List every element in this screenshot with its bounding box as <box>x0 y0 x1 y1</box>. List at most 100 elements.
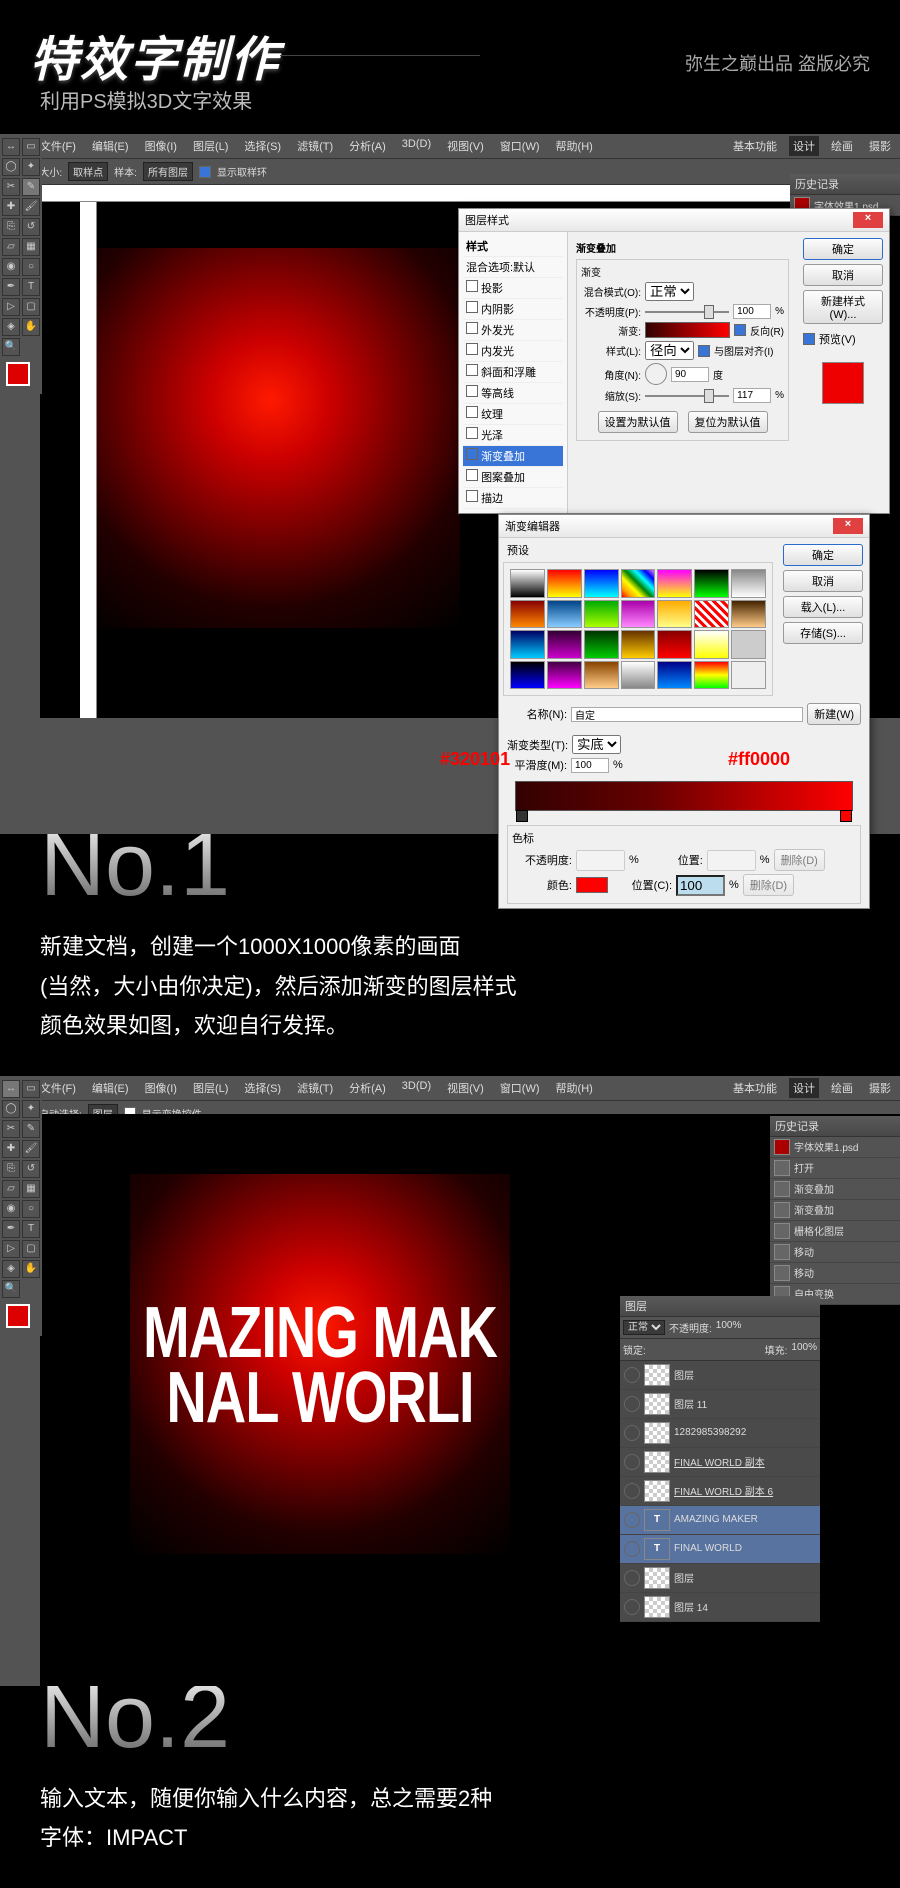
pen-tool[interactable]: ✒ <box>2 1220 20 1238</box>
menu-layer[interactable]: 图层(L) <box>189 1078 232 1098</box>
blur-tool[interactable]: ◉ <box>2 258 20 276</box>
menu-analysis[interactable]: 分析(A) <box>345 136 390 156</box>
scale-slider[interactable] <box>645 395 729 397</box>
heal-tool[interactable]: ✚ <box>2 1140 20 1158</box>
visibility-icon[interactable] <box>624 1541 640 1557</box>
style-outerglow[interactable]: 外发光 <box>463 320 563 341</box>
hand-tool[interactable]: ✋ <box>22 318 40 336</box>
style-gradoverlay[interactable]: 渐变叠加 <box>463 446 563 467</box>
stamp-tool[interactable]: ⎘ <box>2 1160 20 1178</box>
blend-select[interactable]: 正常 <box>645 282 694 301</box>
style-satin[interactable]: 光泽 <box>463 425 563 446</box>
path-tool[interactable]: ▷ <box>2 298 20 316</box>
workspace-paint[interactable]: 绘画 <box>827 1078 857 1098</box>
preview-check[interactable] <box>803 333 815 345</box>
style-stroke[interactable]: 描边 <box>463 488 563 509</box>
layer-row[interactable]: FINAL WORLD 副本 6 <box>620 1477 820 1506</box>
menu-help[interactable]: 帮助(H) <box>552 1078 597 1098</box>
wand-tool[interactable]: ✦ <box>22 1100 40 1118</box>
history-tab[interactable]: 历史记录 <box>790 174 900 195</box>
blend-mode-select[interactable]: 正常 <box>623 1320 665 1335</box>
new-btn[interactable]: 新建(W) <box>807 703 861 725</box>
grad-ok[interactable]: 确定 <box>783 544 863 566</box>
set-default-btn[interactable]: 设置为默认值 <box>598 411 678 433</box>
menu-select[interactable]: 选择(S) <box>240 1078 285 1098</box>
visibility-icon[interactable] <box>624 1396 640 1412</box>
history-brush-tool[interactable]: ↺ <box>22 1160 40 1178</box>
menu-view[interactable]: 视图(V) <box>443 136 488 156</box>
opt-sample-value[interactable]: 取样点 <box>68 162 108 181</box>
opt-ring-checkbox[interactable] <box>199 166 211 178</box>
angle-dial[interactable] <box>645 363 667 385</box>
menu-3d[interactable]: 3D(D) <box>398 136 435 156</box>
crop-tool[interactable]: ✂ <box>2 178 20 196</box>
eraser-tool[interactable]: ▱ <box>2 1180 20 1198</box>
menu-view[interactable]: 视图(V) <box>443 1078 488 1098</box>
menu-edit[interactable]: 编辑(E) <box>88 1078 133 1098</box>
shape-tool[interactable]: ▢ <box>22 1240 40 1258</box>
layer-row-selected[interactable]: TAMAZING MAKER <box>620 1506 820 1535</box>
type-tool[interactable]: T <box>22 278 40 296</box>
dodge-tool[interactable]: ○ <box>22 258 40 276</box>
grad-load[interactable]: 载入(L)... <box>783 596 863 618</box>
reverse-check[interactable] <box>734 324 746 336</box>
history-grad1[interactable]: 渐变叠加 <box>770 1179 900 1200</box>
blur-tool[interactable]: ◉ <box>2 1200 20 1218</box>
marquee-tool[interactable]: ▭ <box>22 138 40 156</box>
newstyle-button[interactable]: 新建样式(W)... <box>803 290 883 324</box>
visibility-icon[interactable] <box>624 1570 640 1586</box>
opt-source-value[interactable]: 所有图层 <box>143 162 193 181</box>
gradient-tool[interactable]: ▦ <box>22 238 40 256</box>
hand-tool[interactable]: ✋ <box>22 1260 40 1278</box>
menu-file[interactable]: 文件(F) <box>36 1078 80 1098</box>
menu-analysis[interactable]: 分析(A) <box>345 1078 390 1098</box>
wand-tool[interactable]: ✦ <box>22 158 40 176</box>
ok-button[interactable]: 确定 <box>803 238 883 260</box>
layer-row[interactable]: FINAL WORLD 副本 <box>620 1448 820 1477</box>
menu-image[interactable]: 图像(I) <box>141 136 181 156</box>
document-canvas-radial[interactable] <box>80 248 460 628</box>
layer-row-selected[interactable]: TFINAL WORLD <box>620 1535 820 1564</box>
style-patoverlay[interactable]: 图案叠加 <box>463 467 563 488</box>
menu-edit[interactable]: 编辑(E) <box>88 136 133 156</box>
type-select[interactable]: 实底 <box>572 735 621 754</box>
pen-tool[interactable]: ✒ <box>2 278 20 296</box>
style-contour[interactable]: 等高线 <box>463 383 563 404</box>
document-canvas-text[interactable]: MAZING MAK NAL WORLI <box>130 1174 510 1554</box>
workspace-basic[interactable]: 基本功能 <box>729 136 781 156</box>
gradient-picker[interactable] <box>645 322 730 338</box>
shape-tool[interactable]: ▢ <box>22 298 40 316</box>
history-move2[interactable]: 移动 <box>770 1263 900 1284</box>
history-move1[interactable]: 移动 <box>770 1242 900 1263</box>
align-check[interactable] <box>698 345 710 357</box>
layer-row[interactable]: 图层 <box>620 1361 820 1390</box>
workspace-basic[interactable]: 基本功能 <box>729 1078 781 1098</box>
opacity-slider[interactable] <box>645 311 729 313</box>
menu-file[interactable]: 文件(F) <box>36 136 80 156</box>
zoom-tool[interactable]: 🔍 <box>2 1280 20 1298</box>
type-tool[interactable]: T <box>22 1220 40 1238</box>
workspace-photo[interactable]: 摄影 <box>865 136 895 156</box>
menu-select[interactable]: 选择(S) <box>240 136 285 156</box>
grad-cancel[interactable]: 取消 <box>783 570 863 592</box>
history-raster[interactable]: 栅格化图层 <box>770 1221 900 1242</box>
eyedropper-tool[interactable]: ✎ <box>22 1120 40 1138</box>
visibility-icon[interactable] <box>624 1599 640 1615</box>
dialog-titlebar[interactable]: 图层样式 × <box>459 209 889 232</box>
heal-tool[interactable]: ✚ <box>2 198 20 216</box>
visibility-icon[interactable] <box>624 1483 640 1499</box>
workspace-paint[interactable]: 绘画 <box>827 136 857 156</box>
color-swatch[interactable] <box>576 877 608 893</box>
visibility-icon[interactable] <box>624 1454 640 1470</box>
zoom-tool[interactable]: 🔍 <box>2 338 20 356</box>
gradstyle-select[interactable]: 径向 <box>645 341 694 360</box>
menu-image[interactable]: 图像(I) <box>141 1078 181 1098</box>
workspace-design[interactable]: 设计 <box>789 1078 819 1098</box>
scale-input[interactable] <box>733 388 771 403</box>
angle-input[interactable] <box>671 367 709 382</box>
history-doc[interactable]: 字体效果1.psd <box>770 1137 900 1158</box>
history-grad2[interactable]: 渐变叠加 <box>770 1200 900 1221</box>
visibility-icon[interactable] <box>624 1367 640 1383</box>
smooth-input[interactable] <box>571 758 609 773</box>
layer-row[interactable]: 图层 <box>620 1564 820 1593</box>
